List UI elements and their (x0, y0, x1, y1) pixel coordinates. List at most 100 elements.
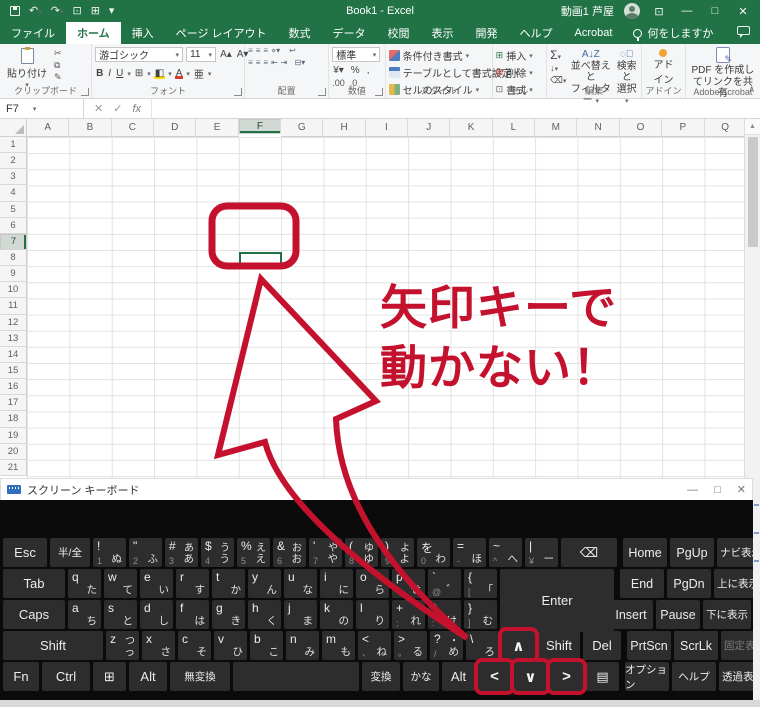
fill-color-icon[interactable]: ◧ (154, 68, 165, 79)
tab-データ[interactable]: データ (322, 22, 377, 44)
fill-icon[interactable]: ↓▾ (550, 63, 566, 74)
column-header-Q[interactable]: Q (704, 119, 747, 137)
key-`[interactable]: ` @ ゛ (428, 569, 461, 598)
osk-minimize-button[interactable]: — (687, 484, 698, 496)
cancel-icon[interactable]: ✕ (94, 102, 103, 115)
enter-key[interactable]: Enter (500, 569, 614, 632)
align-left-icon[interactable]: ≡ (248, 59, 253, 67)
column-header-D[interactable]: D (154, 119, 197, 137)
maximize-button[interactable]: □ (706, 5, 724, 17)
row-header-17[interactable]: 17 (0, 395, 27, 412)
table-icon[interactable]: ⊞ (91, 5, 100, 17)
key-![interactable]: ! 1 ぬ (93, 538, 126, 567)
collapse-ribbon-icon[interactable]: ∧ (748, 84, 755, 95)
row-header-19[interactable]: 19 (0, 427, 27, 444)
arrow-left-key[interactable]: < (474, 658, 515, 695)
osk-close-button[interactable]: ✕ (737, 483, 746, 496)
minimize-button[interactable]: — (678, 5, 696, 17)
scrollbar-thumb[interactable] (747, 137, 758, 247)
key-を[interactable]: を0わ (417, 538, 450, 567)
key-u[interactable]: uな (284, 569, 317, 598)
underline-button[interactable]: U (115, 68, 124, 79)
addins-button[interactable]: アド イン (653, 47, 673, 86)
percent-icon[interactable]: % (350, 65, 361, 76)
font-size-select[interactable]: 11 ▾ (186, 47, 217, 62)
column-header-O[interactable]: O (619, 119, 663, 137)
tab-校閲[interactable]: 校閲 (377, 22, 421, 44)
key-o[interactable]: oら (356, 569, 389, 598)
row-header-4[interactable]: 4 (0, 185, 27, 202)
qat-customize-icon[interactable]: ▾ (109, 5, 115, 17)
windows-key[interactable]: ⊞ (93, 662, 126, 691)
number-format-select[interactable]: 標準 ▾ (332, 47, 381, 62)
tab-挿入[interactable]: 挿入 (121, 22, 165, 44)
key-y[interactable]: yん (248, 569, 281, 598)
align-middle-icon[interactable]: ≡ (256, 47, 261, 55)
find-select-button[interactable]: ◌⃕ 検索と 選択 ▾ (615, 47, 638, 107)
column-header-I[interactable]: I (365, 119, 409, 137)
key-ヘルプ[interactable]: ヘルプ (672, 662, 716, 691)
avatar[interactable] (624, 3, 640, 19)
column-header-P[interactable]: P (662, 119, 705, 137)
key-z[interactable]: zつっ (106, 631, 139, 660)
column-header-F[interactable]: F (238, 119, 282, 134)
number-dialog-launcher[interactable] (374, 88, 383, 96)
key-v[interactable]: vひ (214, 631, 247, 660)
row-header-20[interactable]: 20 (0, 443, 27, 460)
key-)[interactable]: ) よ 9 よ (381, 538, 414, 567)
key-Insert[interactable]: Insert (609, 600, 653, 629)
align-bottom-icon[interactable]: ≡ (263, 47, 268, 55)
select-all-corner[interactable] (0, 119, 27, 137)
row-header-3[interactable]: 3 (0, 169, 27, 186)
ribbon-display-options-icon[interactable]: ⊡ (650, 5, 668, 18)
key-g[interactable]: gき (212, 600, 245, 629)
key-&[interactable]: & お 6 お (273, 538, 306, 567)
tab-ページ レイアウト[interactable]: ページ レイアウト (165, 22, 278, 44)
backspace-key[interactable]: ⌫ (561, 538, 617, 567)
key-Alt[interactable]: Alt (442, 662, 475, 691)
menu-key[interactable]: ▤ (586, 662, 619, 691)
copy-icon[interactable]: ⧉ (54, 60, 62, 71)
key-c[interactable]: cそ (178, 631, 211, 660)
key-Del[interactable]: Del (583, 631, 621, 660)
key-Home[interactable]: Home (623, 538, 667, 567)
key-無変換[interactable]: 無変換 (170, 662, 230, 691)
key-Ctrl[interactable]: Ctrl (42, 662, 90, 691)
key-|[interactable]: | ¥ ー (525, 538, 558, 567)
tab-Acrobat[interactable]: Acrobat (564, 22, 624, 44)
key-a[interactable]: aち (68, 600, 101, 629)
osk-maximize-button[interactable]: □ (714, 484, 721, 496)
key-Fn[interactable]: Fn (3, 662, 39, 691)
key-Pause[interactable]: Pause (656, 600, 700, 629)
key-t[interactable]: tか (212, 569, 245, 598)
row-header-15[interactable]: 15 (0, 362, 27, 380)
key-k[interactable]: kの (320, 600, 353, 629)
key-e[interactable]: eい (140, 569, 173, 598)
key-%[interactable]: % え 5 え (237, 538, 270, 567)
key-d[interactable]: dし (140, 600, 173, 629)
arrow-right-key[interactable]: > (546, 658, 587, 695)
key-オプション[interactable]: オプション (625, 662, 669, 691)
sort-filter-button[interactable]: A↓Z 並べ替えと フィルター ▾ (569, 47, 612, 107)
key-End[interactable]: End (620, 569, 664, 598)
column-header-C[interactable]: C (111, 119, 155, 137)
arrow-down-key[interactable]: ∨ (510, 658, 551, 695)
key-b[interactable]: bこ (250, 631, 283, 660)
redo-icon[interactable]: ↷▾ (51, 5, 64, 17)
column-header-K[interactable]: K (450, 119, 493, 137)
row-header-21[interactable]: 21 (0, 459, 27, 476)
print-preview-icon[interactable]: ⊡ (72, 5, 81, 17)
tell-me-box[interactable]: 何をしますか (623, 22, 723, 44)
key-m[interactable]: mも (322, 631, 355, 660)
key-q[interactable]: qた (68, 569, 101, 598)
row-header-2[interactable]: 2 (0, 153, 27, 170)
key-?[interactable]: ? ・ / め (430, 631, 463, 660)
key-p[interactable]: pせ (392, 569, 425, 598)
key-n[interactable]: nみ (286, 631, 319, 660)
key-<[interactable]: <、ね (358, 631, 391, 660)
key-Tab[interactable]: Tab (3, 569, 65, 598)
key-*[interactable]: *: け (428, 600, 461, 629)
comment-icon[interactable] (737, 26, 750, 38)
enter-check-icon[interactable]: ✓ (113, 102, 122, 115)
key-~[interactable]: ~ ^ へ (489, 538, 522, 567)
